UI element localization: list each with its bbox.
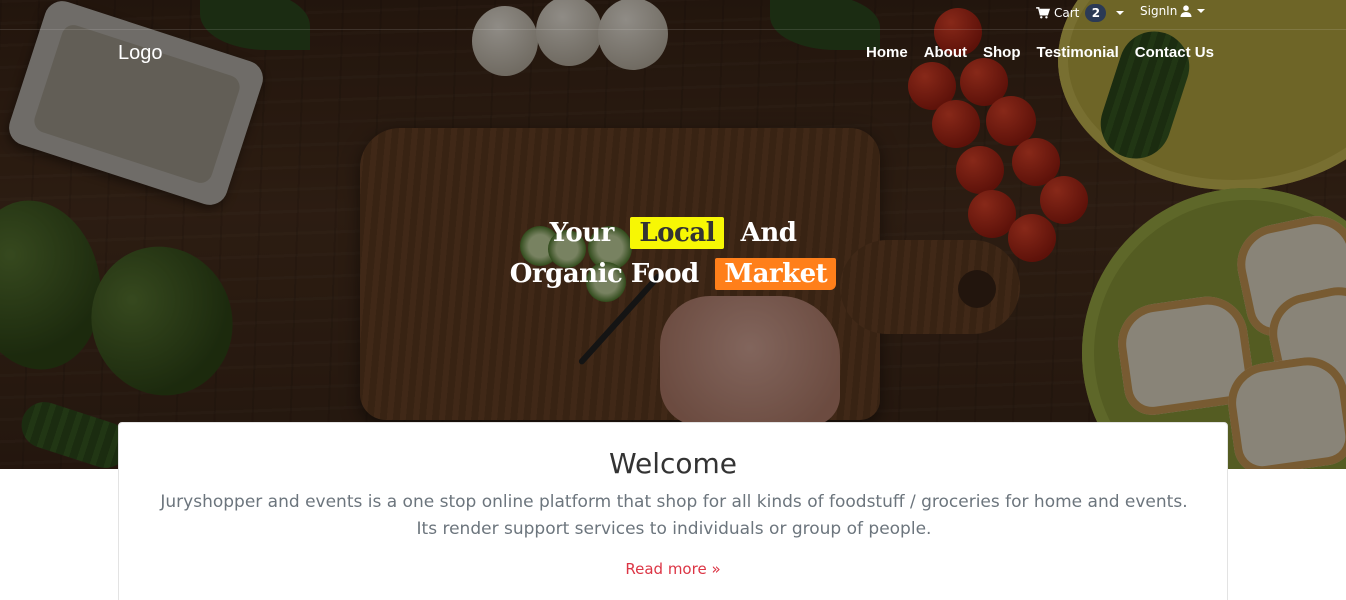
nav-testimonial[interactable]: Testimonial: [1037, 44, 1119, 61]
chevron-down-icon: [1116, 11, 1125, 15]
chevron-down-icon: [1197, 9, 1206, 13]
headline-word: And: [740, 218, 797, 248]
read-more-link[interactable]: Read more »: [119, 560, 1227, 578]
welcome-title: Welcome: [608, 447, 738, 480]
site-logo[interactable]: Logo: [118, 42, 163, 65]
main-nav: Home About Shop Testimonial Contact Us: [866, 44, 1214, 61]
nav-about[interactable]: About: [924, 44, 967, 61]
nav-home[interactable]: Home: [866, 44, 908, 61]
top-bar: Cart 2 SignIn: [0, 0, 1346, 30]
cart-label: Cart: [1054, 6, 1080, 20]
welcome-description: Juryshopper and events is a one stop onl…: [160, 492, 1188, 539]
headline-highlight-local: Local: [630, 217, 725, 249]
cart-dropdown[interactable]: Cart 2: [1036, 3, 1125, 23]
headline-word: Your: [549, 218, 615, 248]
user-icon: [1180, 5, 1192, 17]
hero-headline-line-1: Your Local And: [0, 217, 1346, 249]
headline-highlight-market: Market: [715, 258, 837, 290]
signin-label: SignIn: [1140, 4, 1178, 18]
nav-contact-us[interactable]: Contact Us: [1135, 44, 1214, 61]
cart-count-badge: 2: [1085, 4, 1107, 22]
shopping-cart-icon: [1036, 7, 1050, 19]
nav-shop[interactable]: Shop: [983, 44, 1021, 61]
headline-word: Organic Food: [509, 259, 699, 289]
hero-headline-line-2: Organic Food Market: [0, 258, 1346, 290]
welcome-card: Welcome Juryshopper and events is a one …: [118, 422, 1228, 600]
signin-dropdown[interactable]: SignIn: [1140, 3, 1206, 19]
